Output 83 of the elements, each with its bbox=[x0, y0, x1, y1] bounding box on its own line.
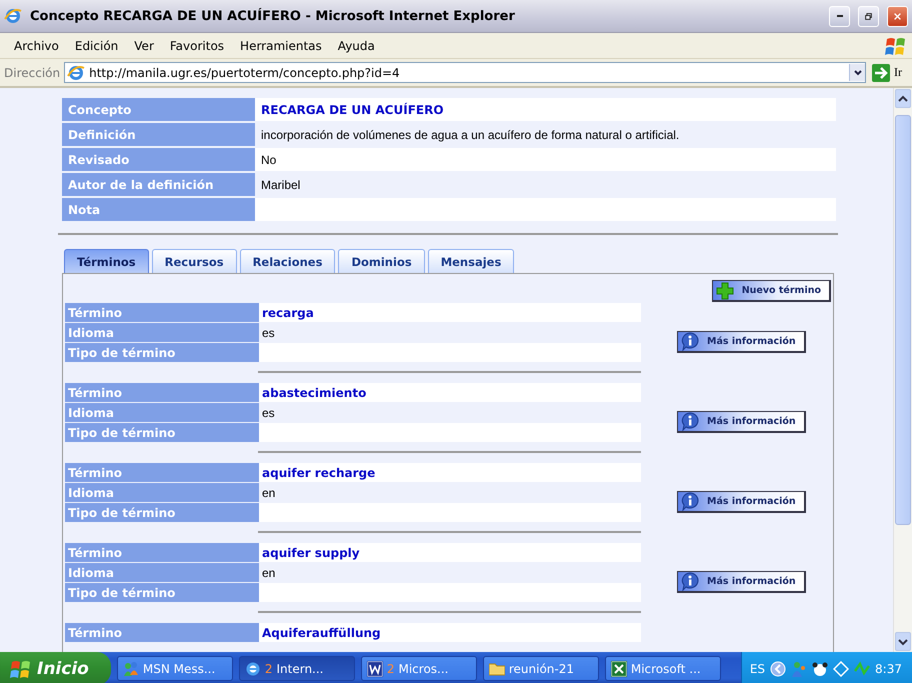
windows-flag-icon bbox=[10, 658, 31, 678]
taskbar-item[interactable]: reunión-21 bbox=[482, 656, 599, 681]
more-info-button[interactable]: Más información bbox=[677, 411, 806, 433]
field-label: Término bbox=[65, 623, 259, 642]
field-label: Tipo de término bbox=[65, 583, 259, 602]
field-label: Término bbox=[65, 383, 259, 402]
plus-icon bbox=[716, 282, 734, 300]
menu-item[interactable]: Favoritos bbox=[162, 36, 232, 54]
taskbar-item[interactable]: MSN Mess... bbox=[116, 656, 233, 681]
chevron-down-icon bbox=[898, 638, 908, 646]
info-icon bbox=[681, 332, 699, 351]
info-icon bbox=[681, 412, 699, 431]
arrow-right-icon bbox=[872, 64, 890, 82]
bear-icon[interactable] bbox=[812, 660, 828, 676]
minimize-icon bbox=[836, 15, 842, 17]
field-label: Tipo de término bbox=[65, 423, 259, 442]
more-info-button[interactable]: Más información bbox=[677, 331, 806, 353]
tab[interactable]: Términos bbox=[64, 249, 149, 273]
field-label: Definición bbox=[62, 123, 255, 146]
field-label: Revisado bbox=[62, 148, 255, 171]
taskbar-item[interactable]: Microsoft ... bbox=[604, 656, 721, 681]
field-label: Idioma bbox=[65, 323, 259, 342]
chevron-down-icon bbox=[854, 69, 862, 76]
field-value: recarga bbox=[259, 303, 641, 322]
scroll-up-button[interactable] bbox=[895, 89, 911, 108]
diamond-icon[interactable] bbox=[833, 660, 850, 676]
taskbar-item[interactable]: 2 Intern... bbox=[238, 656, 355, 681]
field-value: RECARGA DE UN ACUÍFERO bbox=[255, 98, 836, 121]
menu-item[interactable]: Archivo bbox=[6, 36, 67, 54]
field-value: aquifer recharge bbox=[259, 463, 641, 482]
field-label: Idioma bbox=[65, 563, 259, 582]
address-label: Dirección bbox=[4, 66, 60, 80]
dropdown-button[interactable] bbox=[849, 64, 865, 81]
tab[interactable]: Dominios bbox=[338, 249, 425, 273]
scroll-thumb[interactable] bbox=[895, 115, 911, 525]
more-info-button[interactable]: Más información bbox=[677, 571, 806, 593]
field-label: Término bbox=[65, 303, 259, 322]
taskbar-item[interactable]: 2 Micros... bbox=[360, 656, 477, 681]
field-label: Idioma bbox=[65, 483, 259, 502]
new-term-button[interactable]: Nuevo término bbox=[712, 280, 831, 302]
clock: 8:37 bbox=[875, 662, 902, 676]
restore-icon bbox=[865, 10, 872, 22]
chevron-left-icon[interactable] bbox=[770, 660, 786, 676]
info-icon bbox=[681, 572, 699, 591]
field-label: Término bbox=[65, 543, 259, 562]
tab[interactable]: Recursos bbox=[152, 249, 237, 273]
tab[interactable]: Relaciones bbox=[240, 249, 336, 273]
field-label: Idioma bbox=[65, 403, 259, 422]
field-value: abastecimiento bbox=[259, 383, 641, 402]
browser-icon bbox=[67, 64, 86, 82]
browser-icon bbox=[4, 7, 22, 25]
menu-item[interactable]: Ver bbox=[126, 36, 162, 54]
menu-item[interactable]: Herramientas bbox=[232, 36, 330, 54]
field-label: Autor de la definición bbox=[62, 173, 255, 196]
field-value: No bbox=[255, 148, 836, 171]
field-value: Aquiferauffüllung bbox=[259, 623, 641, 642]
info-icon bbox=[681, 492, 699, 511]
restore-button[interactable] bbox=[858, 6, 879, 26]
menu-item[interactable]: Edición bbox=[66, 36, 126, 54]
address-field[interactable]: http://manila.ugr.es/puertoterm/concepto.php?id=4 bbox=[64, 62, 866, 83]
scroll-down-button[interactable] bbox=[895, 632, 911, 651]
document-icon bbox=[366, 660, 383, 676]
more-info-button[interactable]: Más información bbox=[677, 491, 806, 513]
start-button[interactable]: Inicio bbox=[0, 652, 111, 683]
window-title: Concepto RECARGA DE UN ACUÍFERO - Microsoft Internet Explorer bbox=[30, 8, 516, 24]
close-button[interactable] bbox=[887, 6, 908, 26]
field-label: Término bbox=[65, 463, 259, 482]
field-label: Nota bbox=[62, 198, 255, 221]
close-icon bbox=[894, 10, 901, 22]
minimize-button[interactable] bbox=[829, 6, 850, 26]
field-label: Concepto bbox=[62, 98, 255, 121]
field-label: Tipo de término bbox=[65, 503, 259, 522]
browser-icon bbox=[244, 660, 261, 676]
field-label: Tipo de término bbox=[65, 343, 259, 362]
chevron-up-icon bbox=[898, 94, 908, 102]
go-button[interactable]: Ir bbox=[870, 64, 908, 82]
tab[interactable]: Mensajes bbox=[428, 249, 514, 273]
menu-item[interactable]: Ayuda bbox=[330, 36, 383, 54]
field-value: aquifer supply bbox=[259, 543, 641, 562]
people-icon bbox=[122, 660, 139, 676]
windows-flag-icon bbox=[885, 36, 906, 56]
spreadsheet-icon bbox=[610, 660, 627, 676]
folder-icon bbox=[488, 660, 505, 676]
